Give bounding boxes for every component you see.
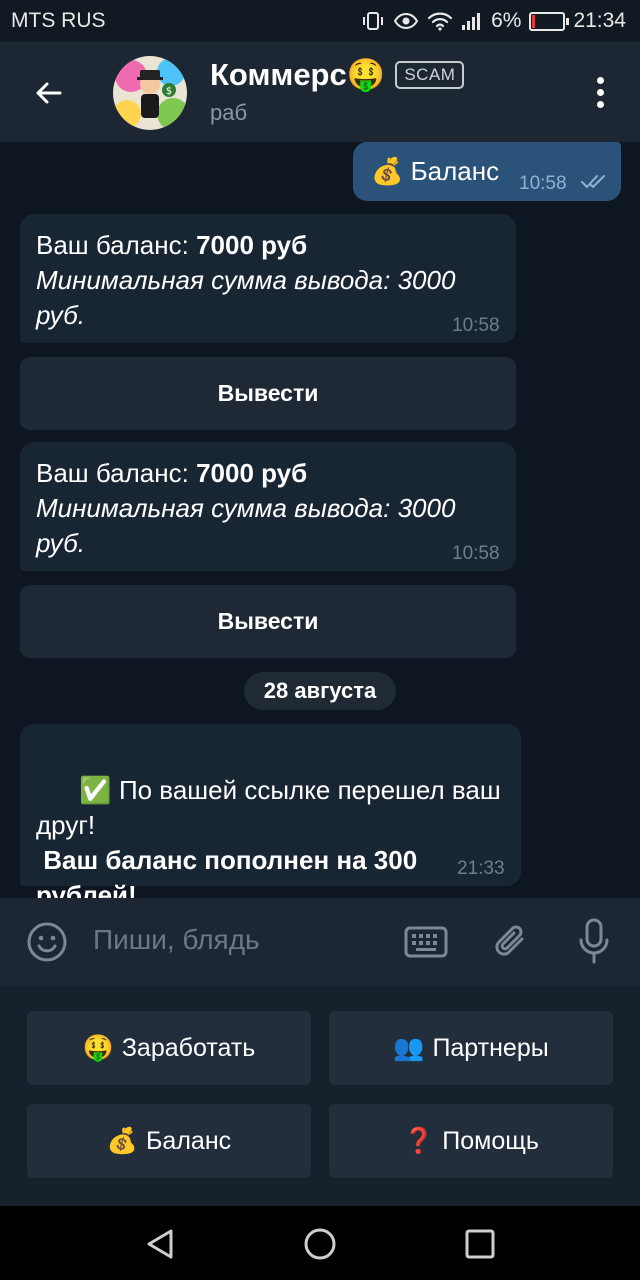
message-text: Ваш баланс: 7000 руб Минимальная сумма в…	[36, 456, 506, 561]
referral-text: ✅ По вашей ссылке перешел ваш друг!	[36, 775, 508, 840]
mic-icon[interactable]	[578, 918, 610, 971]
message-time: 21:33	[457, 858, 505, 879]
status-bar: MTS RUS 6% 21:34	[0, 0, 640, 42]
money-bag-icon: 💰	[106, 1126, 139, 1155]
message-time: 10:58	[452, 315, 500, 336]
chat-header: $ Коммерс🤑 SCAM раб	[0, 42, 640, 142]
message-time: 10:58	[452, 543, 500, 564]
message-input[interactable]: Пиши, блядь	[93, 924, 260, 956]
avatar[interactable]: $	[113, 56, 187, 130]
battery-icon	[529, 11, 570, 31]
min-withdraw-text: Минимальная сумма вывода: 3000 руб.	[36, 265, 456, 330]
nav-back-icon[interactable]	[143, 1227, 177, 1266]
help-button[interactable]: ❓ Помощь	[329, 1104, 613, 1178]
status-icons: 6% 21:34	[361, 7, 626, 35]
balance-button[interactable]: 💰 Баланс	[27, 1104, 311, 1178]
message-text: ✅ По вашей ссылке перешел ваш друг! Ваш …	[36, 738, 506, 898]
vibrate-icon	[361, 11, 385, 31]
clock: 21:34	[573, 9, 626, 32]
double-check-icon	[580, 172, 608, 195]
message-time: 10:58	[519, 173, 567, 194]
money-face-icon: 🤑	[82, 1033, 114, 1062]
question-icon: ❓	[403, 1126, 435, 1155]
balance-label: Баланс	[146, 1126, 232, 1155]
balance-label: Ваш баланс:	[36, 230, 197, 260]
help-label: Помощь	[442, 1126, 539, 1155]
balance-label: Ваш баланс:	[36, 458, 197, 488]
message-text: 💰 Баланс	[371, 156, 500, 186]
chat-subtitle: раб	[210, 100, 248, 125]
incoming-message[interactable]: ✅ По вашей ссылке перешел ваш друг! Ваш …	[20, 724, 521, 898]
more-vertical-icon[interactable]	[580, 72, 620, 112]
people-icon: 👥	[393, 1033, 425, 1062]
eye-icon	[393, 11, 419, 31]
battery-percent: 6%	[491, 9, 522, 32]
balance-value: 7000 руб	[196, 230, 308, 260]
carrier-name: MTS RUS	[11, 9, 106, 32]
nav-home-icon[interactable]	[303, 1227, 337, 1266]
partners-label: Партнеры	[432, 1033, 549, 1062]
back-arrow-icon[interactable]	[26, 70, 72, 116]
outgoing-message[interactable]: 💰 Баланс 10:58	[353, 142, 621, 201]
withdraw-button[interactable]: Вывести	[20, 357, 516, 430]
incoming-message[interactable]: Ваш баланс: 7000 руб Минимальная сумма в…	[20, 214, 516, 343]
message-text: Ваш баланс: 7000 руб Минимальная сумма в…	[36, 228, 506, 333]
signal-icon	[461, 11, 483, 31]
earn-label: Заработать	[121, 1033, 256, 1062]
scam-badge: SCAM	[395, 60, 465, 89]
attach-icon[interactable]	[492, 922, 532, 967]
date-separator: 28 августа	[244, 672, 396, 710]
message-input-bar: Пиши, блядь	[0, 898, 640, 986]
chat-title: Коммерс🤑	[210, 57, 386, 92]
svg-text:$: $	[166, 86, 172, 97]
chat-title-row[interactable]: Коммерс🤑 SCAM	[210, 56, 465, 93]
keyboard-icon[interactable]	[404, 924, 448, 965]
nav-recents-icon[interactable]	[463, 1227, 497, 1266]
system-nav-bar	[0, 1206, 640, 1280]
min-withdraw-text: Минимальная сумма вывода: 3000 руб.	[36, 493, 456, 558]
balance-topup-text: Ваш баланс пополнен на 300 рублей!	[36, 845, 425, 898]
wifi-icon	[427, 11, 453, 31]
balance-value: 7000 руб	[196, 458, 308, 488]
earn-button[interactable]: 🤑 Заработать	[27, 1011, 311, 1085]
emoji-icon[interactable]	[26, 921, 68, 968]
reply-keyboard: 🤑 Заработать 👥 Партнеры 💰 Баланс ❓ Помощ…	[0, 986, 640, 1206]
message-list[interactable]: 💰 Баланс 10:58 Ваш баланс: 7000 руб Мини…	[0, 142, 640, 898]
incoming-message[interactable]: Ваш баланс: 7000 руб Минимальная сумма в…	[20, 442, 516, 571]
withdraw-button[interactable]: Вывести	[20, 585, 516, 658]
partners-button[interactable]: 👥 Партнеры	[329, 1011, 613, 1085]
